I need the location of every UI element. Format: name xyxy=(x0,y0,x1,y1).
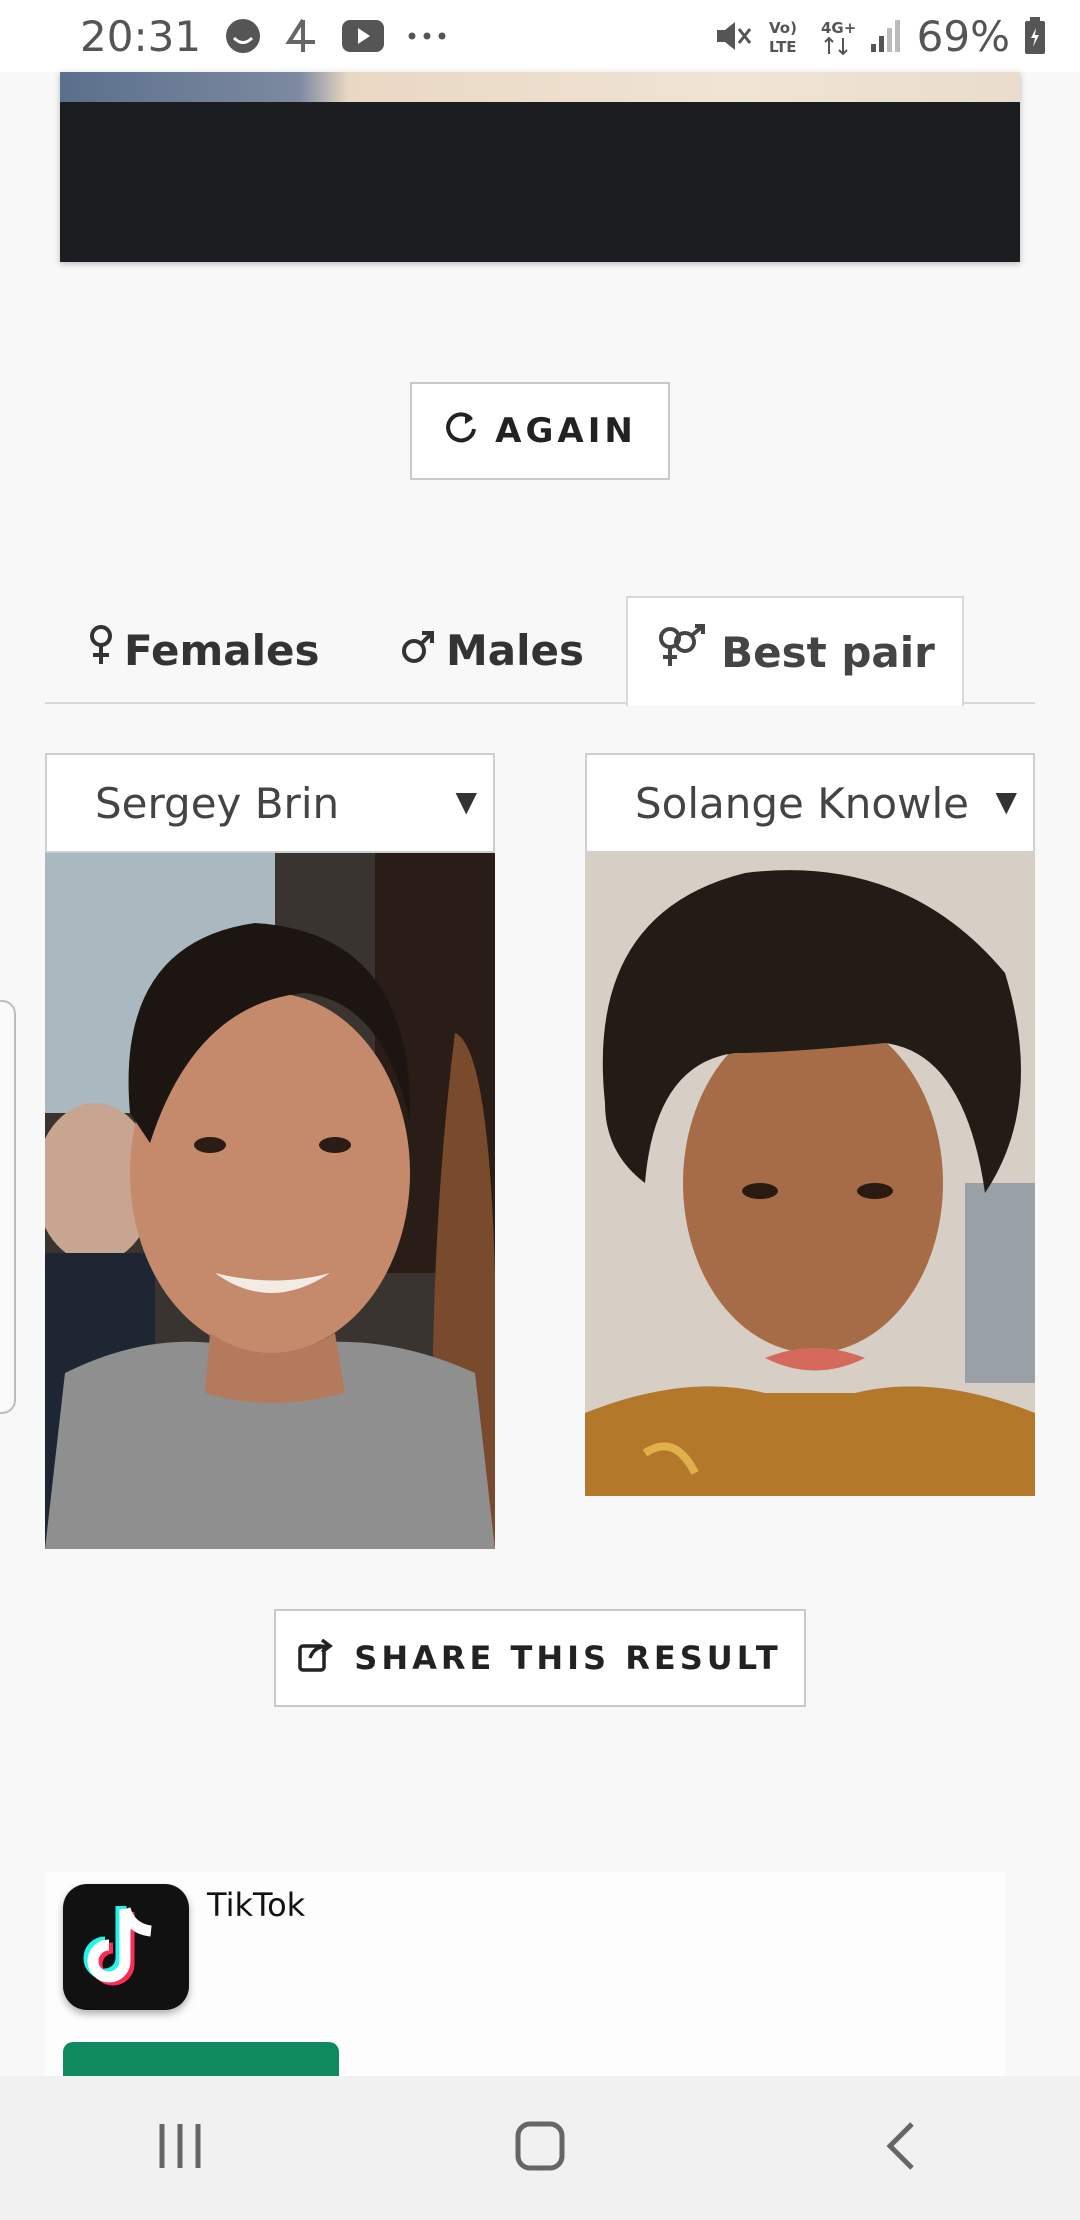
tab-males-label: Males xyxy=(446,625,585,675)
notification-face-icon xyxy=(223,16,263,56)
signal-icon xyxy=(869,18,903,54)
share-result-button[interactable]: SHARE THIS RESULT xyxy=(274,1609,806,1707)
volte-icon: Vo) LTE xyxy=(767,16,805,56)
person-photo-left xyxy=(45,853,495,1549)
previous-result-image xyxy=(60,72,1020,262)
tiktok-app-icon[interactable] xyxy=(63,1884,189,2010)
person-select-right-value: Solange Knowle xyxy=(635,778,969,828)
male-symbol-icon xyxy=(400,626,436,675)
more-dots-icon xyxy=(407,31,447,41)
home-icon xyxy=(514,2120,566,2177)
dropdown-caret-icon: ▼ xyxy=(455,785,477,818)
female-symbol-icon xyxy=(88,624,114,676)
status-bar: 20:31 Vo) LTE 4G+ 69% xyxy=(0,0,1080,72)
ad-app-name: TikTok xyxy=(207,1886,306,1924)
tab-best-pair[interactable]: Best pair xyxy=(626,596,964,706)
back-button[interactable] xyxy=(840,2098,960,2198)
tab-females[interactable]: Females xyxy=(88,596,319,704)
share-icon xyxy=(298,1636,338,1680)
svg-text:LTE: LTE xyxy=(769,38,797,56)
again-label: AGAIN xyxy=(495,411,637,451)
svg-text:4G+: 4G+ xyxy=(821,19,855,37)
battery-percent: 69% xyxy=(916,11,1010,61)
tab-best-pair-label: Best pair xyxy=(721,627,935,677)
dropdown-caret-icon: ▼ xyxy=(995,785,1017,818)
tab-females-label: Females xyxy=(124,625,320,675)
share-label: SHARE THIS RESULT xyxy=(354,1639,782,1677)
person-select-right[interactable]: Solange Knowle ▼ xyxy=(585,753,1035,853)
recent-apps-button[interactable] xyxy=(120,2098,240,2198)
ad-banner[interactable]: TikTok xyxy=(45,1872,1005,2082)
person-photo-right xyxy=(585,853,1035,1496)
svg-text:Vo): Vo) xyxy=(769,19,797,37)
tab-males[interactable]: Males xyxy=(400,596,584,704)
home-button[interactable] xyxy=(480,2098,600,2198)
recent-apps-icon xyxy=(156,2120,204,2177)
person-select-left[interactable]: Sergey Brin ▼ xyxy=(45,753,495,853)
system-nav-bar xyxy=(0,2076,1080,2220)
gender-pair-icon xyxy=(655,624,711,680)
side-panel-handle[interactable] xyxy=(0,1000,16,1414)
youtube-icon xyxy=(341,19,385,53)
back-icon xyxy=(882,2120,918,2177)
person-select-left-value: Sergey Brin xyxy=(95,778,340,828)
channel4-icon xyxy=(285,16,319,56)
4g-icon: 4G+ xyxy=(819,16,855,56)
battery-icon xyxy=(1024,16,1046,56)
mute-icon xyxy=(713,16,753,56)
refresh-icon xyxy=(443,409,479,454)
again-button[interactable]: AGAIN xyxy=(410,382,670,480)
clock: 20:31 xyxy=(80,11,202,61)
